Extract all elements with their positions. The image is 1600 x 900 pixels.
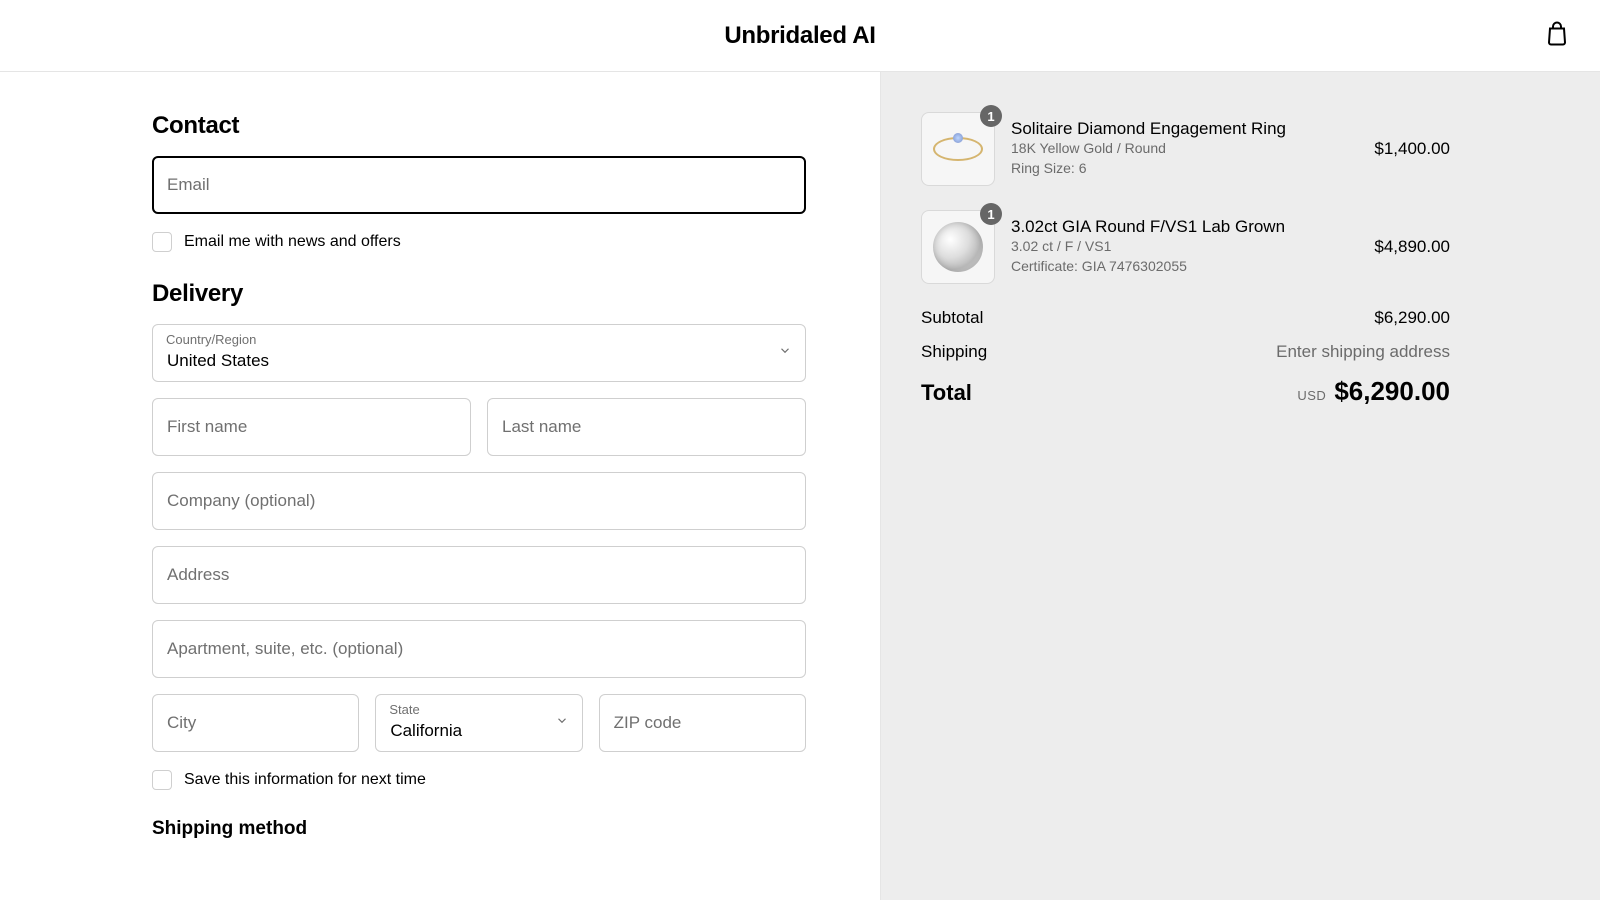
item-price: $4,890.00 — [1374, 237, 1450, 257]
diamond-icon — [933, 222, 983, 272]
country-select[interactable]: Country/Region United States — [152, 324, 806, 382]
total-label: Total — [921, 380, 972, 406]
first-name-input[interactable] — [152, 398, 471, 456]
state-label: State — [389, 702, 419, 717]
quantity-badge: 1 — [980, 203, 1002, 225]
zip-input[interactable] — [599, 694, 806, 752]
save-info-label: Save this information for next time — [184, 771, 426, 789]
cart-item: 1 3.02ct GIA Round F/VS1 Lab Grown 3.02 … — [921, 210, 1450, 284]
city-input[interactable] — [152, 694, 359, 752]
item-option: Ring Size: 6 — [1011, 159, 1358, 179]
item-variant: 18K Yellow Gold / Round — [1011, 139, 1358, 159]
shipping-label: Shipping — [921, 342, 987, 362]
item-price: $1,400.00 — [1374, 139, 1450, 159]
state-select[interactable]: State California — [375, 694, 582, 752]
item-title: 3.02ct GIA Round F/VS1 Lab Grown — [1011, 217, 1358, 237]
country-label: Country/Region — [166, 332, 256, 347]
item-option: Certificate: GIA 7476302055 — [1011, 257, 1358, 277]
company-input[interactable] — [152, 472, 806, 530]
total-value: $6,290.00 — [1334, 376, 1450, 406]
apartment-input[interactable] — [152, 620, 806, 678]
item-title: Solitaire Diamond Engagement Ring — [1011, 119, 1358, 139]
subtotal-value: $6,290.00 — [1374, 308, 1450, 328]
shopping-bag-icon[interactable] — [1546, 21, 1568, 50]
item-thumbnail: 1 — [921, 112, 995, 186]
news-offers-checkbox[interactable] — [152, 232, 172, 252]
cart-item: 1 Solitaire Diamond Engagement Ring 18K … — [921, 112, 1450, 186]
item-variant: 3.02 ct / F / VS1 — [1011, 237, 1358, 257]
order-summary-column: 1 Solitaire Diamond Engagement Ring 18K … — [880, 72, 1600, 900]
save-info-checkbox[interactable] — [152, 770, 172, 790]
ring-icon — [933, 137, 983, 161]
currency-code: USD — [1297, 388, 1326, 403]
contact-heading: Contact — [152, 112, 806, 140]
shipping-method-heading: Shipping method — [152, 818, 806, 840]
header: Unbridaled AI — [0, 0, 1600, 72]
shipping-value: Enter shipping address — [1276, 342, 1450, 362]
subtotal-label: Subtotal — [921, 308, 983, 328]
brand-name[interactable]: Unbridaled AI — [724, 22, 875, 50]
news-offers-label: Email me with news and offers — [184, 233, 401, 251]
delivery-heading: Delivery — [152, 280, 806, 308]
last-name-input[interactable] — [487, 398, 806, 456]
checkout-page: Contact Email me with news and offers De… — [0, 72, 1600, 900]
address-input[interactable] — [152, 546, 806, 604]
state-value: California — [390, 721, 462, 740]
item-thumbnail: 1 — [921, 210, 995, 284]
email-input[interactable] — [152, 156, 806, 214]
quantity-badge: 1 — [980, 105, 1002, 127]
country-value: United States — [167, 351, 269, 370]
checkout-form-column: Contact Email me with news and offers De… — [0, 72, 880, 900]
